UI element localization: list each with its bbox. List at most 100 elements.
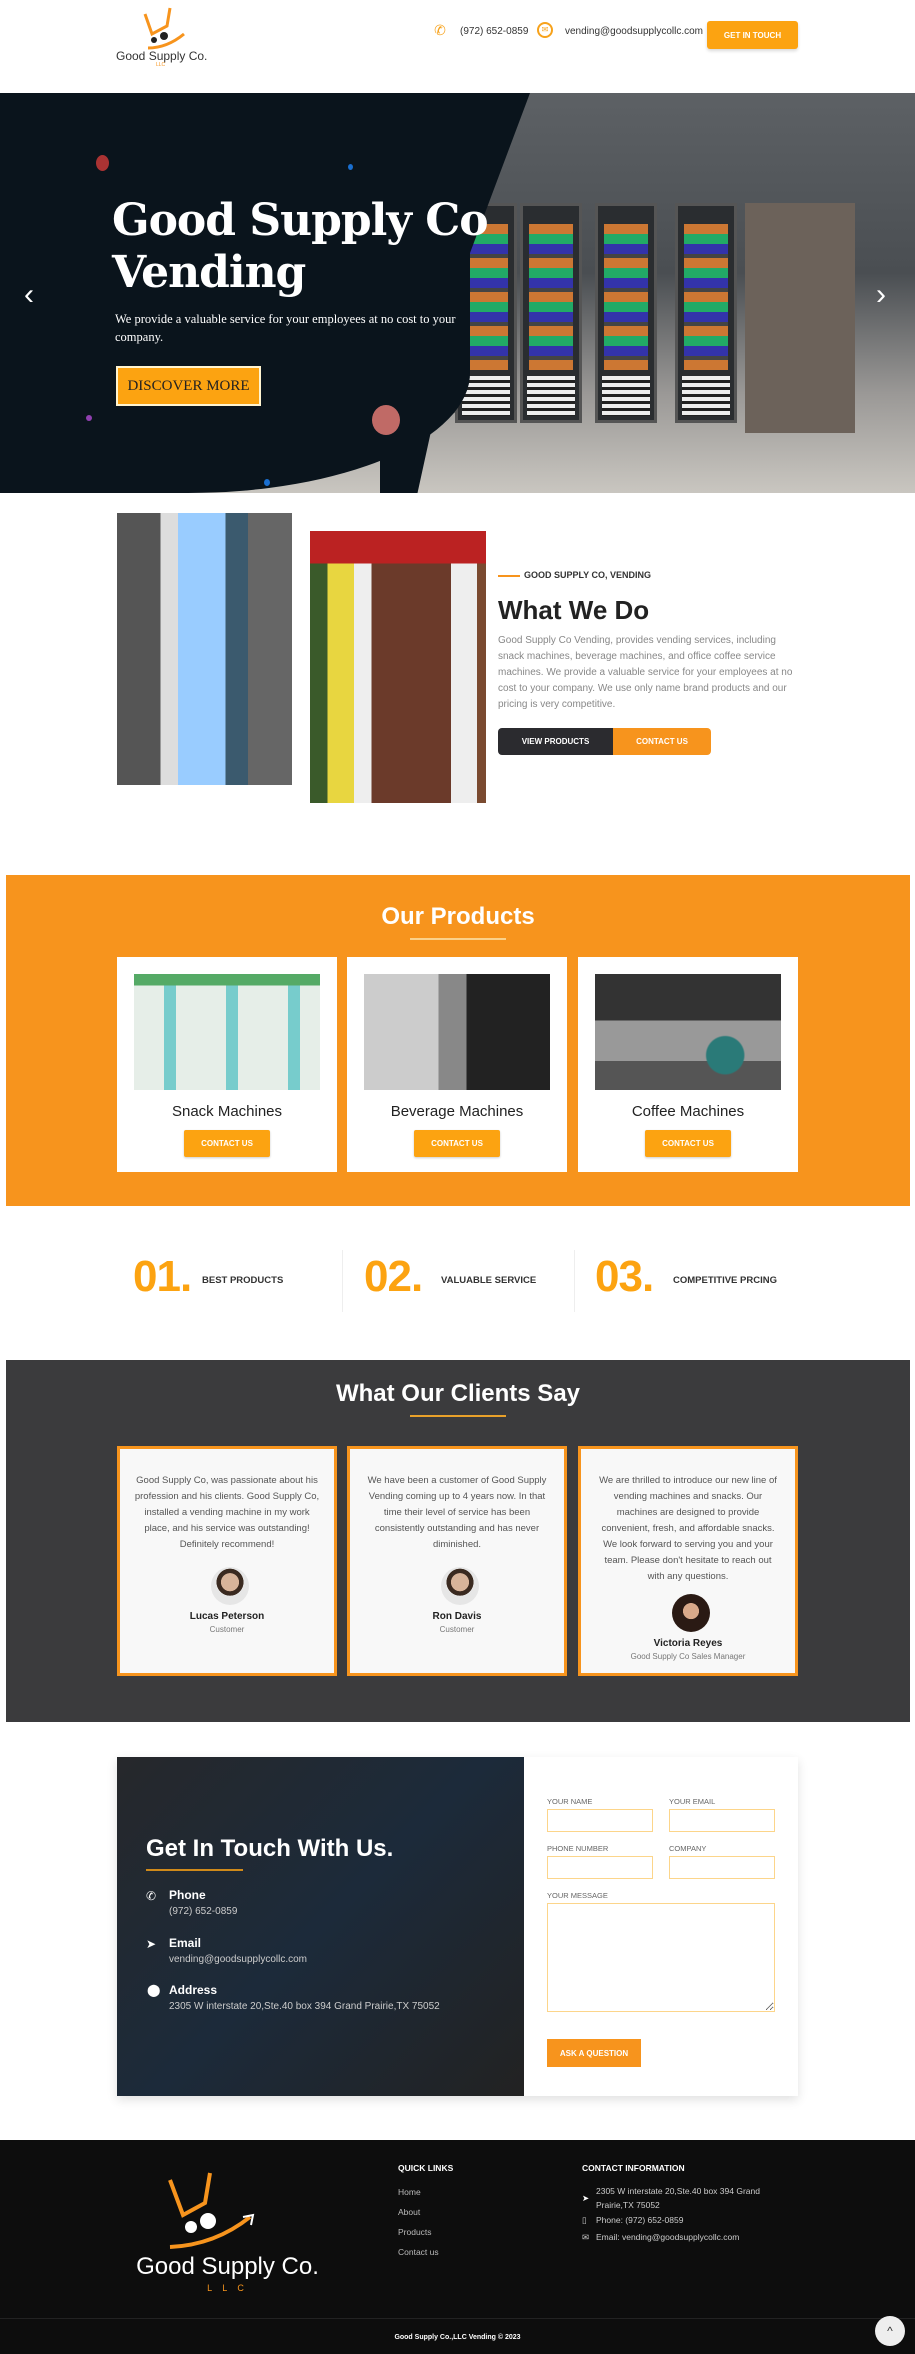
footer: Good Supply Co. L L C QUICK LINKS Home A… — [0, 2140, 915, 2354]
snack-machine-photo — [117, 513, 292, 785]
logo-sub: LLC — [156, 62, 166, 68]
hero-fridge — [595, 203, 657, 423]
envelope-icon: ✉ — [582, 2232, 590, 2242]
hero-fridge — [520, 203, 582, 423]
section-label: GOOD SUPPLY CO, VENDING — [498, 570, 651, 580]
testimonial-name: Victoria Reyes — [653, 1638, 723, 1649]
chevron-up-icon: ^ — [887, 2324, 893, 2338]
logo[interactable]: Good Supply Co. LLC — [112, 4, 212, 68]
footer-email[interactable]: Email: vending@goodsupplycollc.com — [596, 2230, 739, 2244]
testimonials-section: What Our Clients Say Good Supply Co, was… — [6, 1360, 910, 1722]
email-input[interactable] — [669, 1809, 775, 1832]
feature-number: 03. — [595, 1252, 654, 1301]
testimonials-title: What Our Clients Say — [335, 1380, 581, 1407]
products-title: Our Products — [381, 903, 535, 930]
logo-text: Good Supply Co. — [116, 49, 208, 63]
hero-title-line: Good Supply Co — [112, 195, 489, 246]
feature-label: VALUABLE SERVICE — [441, 1275, 537, 1286]
email-label: YOUR EMAIL — [669, 1797, 716, 1806]
hero-fridge — [675, 203, 737, 423]
name-label: YOUR NAME — [547, 1797, 593, 1806]
footer-link-contact[interactable]: Contact us — [398, 2247, 439, 2257]
title-underline — [146, 1869, 243, 1871]
cart-logo-icon — [168, 2172, 255, 2249]
header-email[interactable]: vending@goodsupplycollc.com — [565, 26, 703, 37]
product-name: Beverage Machines — [390, 1103, 524, 1120]
decor-dot — [372, 405, 400, 435]
chevron-right-icon[interactable]: › — [876, 278, 886, 312]
footer-phone[interactable]: Phone: (972) 652-0859 — [596, 2213, 683, 2227]
snack-machines-image — [134, 974, 320, 1090]
contact-info-title: CONTACT INFORMATION — [582, 2163, 685, 2173]
feature-label: COMPETITIVE PRCING — [673, 1275, 777, 1286]
view-products-button[interactable]: VIEW PRODUCTS — [498, 728, 613, 755]
hero-title-line: Vending — [112, 247, 306, 298]
phone-input[interactable] — [547, 1856, 653, 1879]
paper-plane-icon: ➤ — [146, 1937, 157, 1951]
food-vending-photo — [310, 531, 486, 803]
footer-address: 2305 W interstate 20,Ste.40 box 394 Gran… — [596, 2186, 760, 2210]
hero-title: Good Supply Co Vending — [112, 195, 489, 299]
address-label: Address — [169, 1983, 218, 1997]
get-in-touch-button[interactable]: GET IN TOUCH — [707, 21, 798, 49]
copyright: Good Supply Co.,LLC Vending © 2023 — [394, 2334, 521, 2341]
ask-question-button[interactable]: ASK A QUESTION — [547, 2039, 641, 2067]
product-card: Beverage Machines CONTACT US — [347, 957, 567, 1172]
phone-label: Phone — [169, 1888, 206, 1902]
product-name: Snack Machines — [171, 1103, 283, 1120]
testimonial-role: Customer — [439, 1625, 475, 1634]
chevron-left-icon[interactable]: ‹ — [24, 278, 34, 312]
phone-number-label: PHONE NUMBER — [547, 1844, 609, 1853]
product-card: Snack Machines CONTACT US — [117, 957, 337, 1172]
map-pin-icon: ⬤ — [147, 1983, 161, 1997]
footer-logo[interactable]: Good Supply Co. L L C — [115, 2165, 340, 2295]
footer-logo-text: Good Supply Co. — [136, 2253, 319, 2280]
testimonial-name: Lucas Peterson — [189, 1611, 265, 1622]
decor-dot — [264, 479, 270, 486]
email-label: Email — [169, 1936, 202, 1950]
contact-address: 2305 W interstate 20,Ste.40 box 394 Gran… — [169, 2001, 440, 2012]
testimonial-text: We have been a customer of Good Supply V… — [367, 1475, 547, 1550]
testimonial-role: Customer — [209, 1625, 245, 1634]
what-we-do-title: What We Do — [498, 595, 650, 625]
footer-link-about[interactable]: About — [398, 2207, 420, 2217]
testimonial-text: We are thrilled to introduce our new lin… — [599, 1475, 777, 1582]
footer-link-products[interactable]: Products — [398, 2227, 432, 2237]
discover-more-button[interactable]: DISCOVER MORE — [116, 366, 261, 406]
testimonial-card: Good Supply Co, was passionate about his… — [117, 1446, 337, 1676]
footer-link-home[interactable]: Home — [398, 2187, 421, 2197]
product-contact-button[interactable]: CONTACT US — [414, 1130, 500, 1157]
product-card: Coffee Machines CONTACT US — [578, 957, 798, 1172]
hero-shelf — [745, 203, 855, 433]
testimonial-card: We are thrilled to introduce our new lin… — [578, 1446, 798, 1676]
mobile-icon: ▯ — [582, 2215, 587, 2225]
footer-divider — [0, 2318, 915, 2319]
avatar — [441, 1567, 479, 1605]
contact-title: Get In Touch With Us. — [146, 1835, 394, 1862]
company-input[interactable] — [669, 1856, 775, 1879]
quick-links-title: QUICK LINKS — [398, 2163, 454, 2173]
divider — [342, 1250, 343, 1312]
feature-number: 02. — [364, 1252, 423, 1301]
product-name: Coffee Machines — [631, 1103, 745, 1120]
contact-phone[interactable]: (972) 652-0859 — [169, 1906, 237, 1917]
coffee-machines-image — [595, 974, 781, 1090]
product-contact-button[interactable]: CONTACT US — [645, 1130, 731, 1157]
header-phone[interactable]: (972) 652-0859 — [460, 26, 528, 37]
company-label: COMPANY — [669, 1844, 707, 1853]
name-input[interactable] — [547, 1809, 653, 1832]
scroll-to-top-button[interactable]: ^ — [875, 2316, 905, 2346]
contact-us-button[interactable]: CONTACT US — [613, 728, 711, 755]
hero-subtitle: We provide a valuable service for your e… — [115, 312, 456, 344]
phone-icon: ✆ — [434, 22, 446, 38]
decor-dot — [96, 155, 109, 171]
contact-info-panel: Get In Touch With Us. ✆ Phone (972) 652-… — [117, 1757, 524, 2096]
product-contact-button[interactable]: CONTACT US — [184, 1130, 270, 1157]
decor-dot — [86, 415, 92, 421]
what-we-do-text: Good Supply Co Vending, provides vending… — [498, 635, 793, 710]
avatar — [672, 1594, 710, 1632]
message-textarea[interactable] — [547, 1903, 775, 2012]
title-underline — [410, 1415, 506, 1417]
contact-email[interactable]: vending@goodsupplycollc.com — [169, 1954, 307, 1965]
title-underline — [410, 938, 506, 940]
